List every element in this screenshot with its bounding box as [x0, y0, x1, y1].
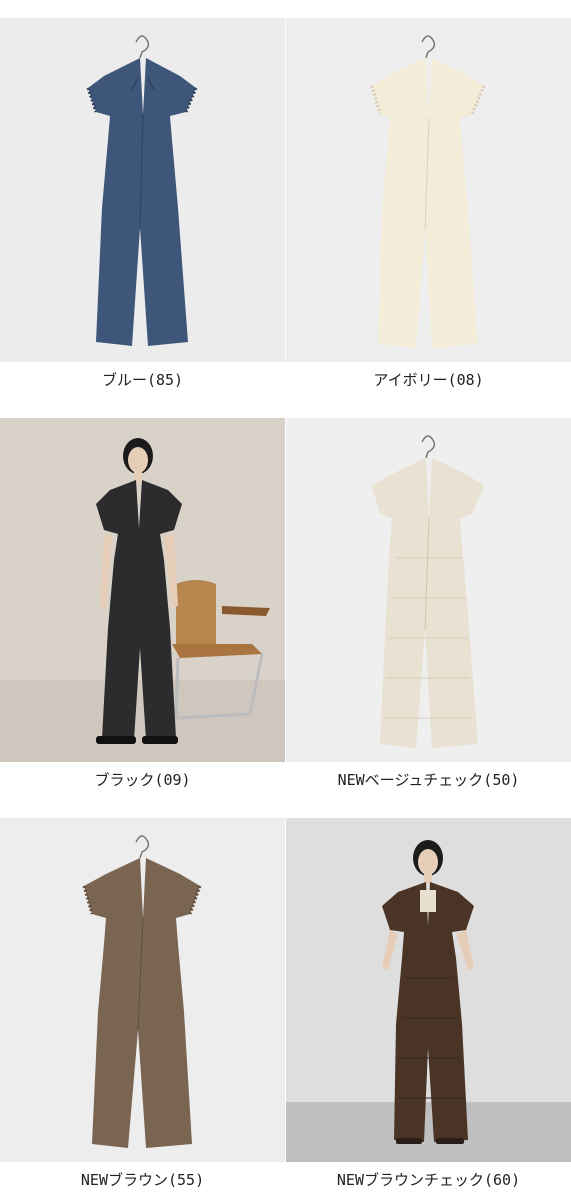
model-wearing-jumpsuit-image — [0, 418, 285, 762]
model-wearing-jumpsuit-image — [286, 818, 571, 1162]
jumpsuit-on-hanger-image — [0, 818, 285, 1162]
jumpsuit-on-hanger-image — [286, 418, 571, 762]
jumpsuit-on-hanger-image — [0, 18, 285, 362]
variant-caption: NEWブラウン(55) — [80, 1171, 205, 1189]
product-color-grid: ブルー(85) アイボリー(08) ブラック(09) NEWベージュチェック(5… — [0, 0, 571, 1200]
product-photo — [286, 418, 571, 762]
variant-caption: ブラック(09) — [94, 771, 191, 789]
product-photo — [0, 18, 285, 362]
variant-caption: NEWブラウンチェック(60) — [336, 1171, 521, 1189]
variant-caption: ブルー(85) — [101, 371, 184, 389]
product-photo — [286, 818, 571, 1162]
product-photo — [286, 18, 571, 362]
product-photo — [0, 418, 285, 762]
variant-caption: NEWベージュチェック(50) — [337, 771, 520, 789]
jumpsuit-on-hanger-image — [286, 18, 571, 362]
variant-caption: アイボリー(08) — [373, 371, 484, 389]
product-photo — [0, 818, 285, 1162]
